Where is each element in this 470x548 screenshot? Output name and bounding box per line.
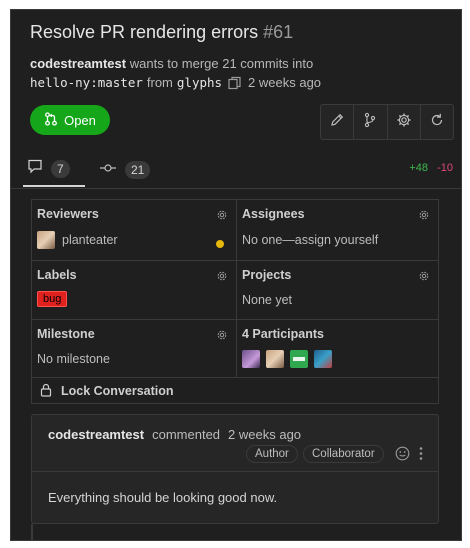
branch-button[interactable] xyxy=(354,105,388,139)
author-badge: Author xyxy=(246,445,298,463)
pr-title: Resolve PR rendering errors xyxy=(30,22,259,42)
from-text: from xyxy=(146,75,173,90)
emoji-reaction-icon[interactable] xyxy=(395,446,410,466)
page-title: Resolve PR rendering errors #61 xyxy=(30,22,293,43)
participants-avatars xyxy=(242,350,332,368)
projects-value: None yet xyxy=(242,293,293,307)
collaborator-badge: Collaborator xyxy=(303,445,384,463)
comment-body: Everything should be looking good now. xyxy=(48,490,278,505)
pr-sidebar-grid: Reviewers planteater Assignees No one—as… xyxy=(31,199,439,404)
projects-section: Projects None yet xyxy=(237,261,438,319)
assign-yourself-link[interactable]: No one—assign yourself xyxy=(242,233,378,247)
copy-icon[interactable] xyxy=(228,76,242,90)
comment-header: codestreamtest commented 2 weeks ago xyxy=(48,427,301,442)
pr-tabs: 7 21 +48 -10 xyxy=(11,152,461,189)
lock-label: Lock Conversation xyxy=(61,384,174,398)
avatar[interactable] xyxy=(266,350,284,368)
tab-conversation[interactable]: 7 xyxy=(23,152,85,187)
pull-request-icon xyxy=(44,111,58,129)
milestone-value: No milestone xyxy=(37,352,110,366)
pencil-icon xyxy=(329,112,345,133)
open-state-button[interactable]: Open xyxy=(30,105,110,135)
pull-request-panel: Resolve PR rendering errors #61 codestre… xyxy=(10,9,462,541)
labels-heading: Labels xyxy=(37,268,77,282)
more-options-icon[interactable] xyxy=(418,446,424,466)
comment-card: codestreamtest commented 2 weeks ago Autho… xyxy=(31,414,439,524)
merge-action-text: wants to merge 21 commits into xyxy=(129,56,314,71)
milestone-heading: Milestone xyxy=(37,327,95,341)
gear-icon xyxy=(396,112,412,133)
branch-info: hello-ny:master from glyphs 2 weeks ago xyxy=(30,75,321,90)
assignees-heading: Assignees xyxy=(242,207,305,221)
reviewers-gear-icon[interactable] xyxy=(216,208,228,220)
refresh-icon xyxy=(429,112,445,133)
comment-action: commented xyxy=(152,427,221,442)
avatar[interactable] xyxy=(314,350,332,368)
reviewers-heading: Reviewers xyxy=(37,207,99,221)
labels-section: Labels bug xyxy=(32,261,236,319)
edit-button[interactable] xyxy=(321,105,355,139)
source-branch: glyphs xyxy=(176,75,223,90)
milestone-gear-icon[interactable] xyxy=(216,328,228,340)
lock-icon xyxy=(39,383,53,400)
assignees-gear-icon[interactable] xyxy=(418,208,430,220)
settings-button[interactable] xyxy=(388,105,421,139)
lines-removed: -10 xyxy=(437,162,453,174)
comment-icon xyxy=(27,158,43,179)
comment-author[interactable]: codestreamtest xyxy=(48,427,144,442)
reviewer-row[interactable]: planteater xyxy=(37,231,118,249)
diff-stats: +48 -10 xyxy=(409,162,453,174)
merge-summary: codestreamtest wants to merge 21 commits… xyxy=(30,56,313,71)
avatar[interactable] xyxy=(242,350,260,368)
target-branch: hello-ny:master xyxy=(30,75,143,90)
reviewer-name: planteater xyxy=(62,233,118,247)
milestone-section: Milestone No milestone xyxy=(32,320,236,377)
conversation-count: 7 xyxy=(51,159,70,178)
merge-time: 2 weeks ago xyxy=(248,75,322,90)
commits-count: 21 xyxy=(125,160,151,179)
pending-review-indicator xyxy=(216,240,224,248)
open-label: Open xyxy=(64,112,96,128)
commit-icon xyxy=(99,161,117,179)
lines-added: +48 xyxy=(409,162,429,174)
avatar[interactable] xyxy=(290,350,308,368)
label-bug[interactable]: bug xyxy=(37,291,68,307)
assignees-section: Assignees No one—assign yourself xyxy=(237,200,438,260)
pr-toolbar xyxy=(320,104,454,140)
timeline-line xyxy=(31,524,33,540)
projects-heading: Projects xyxy=(242,268,292,282)
lock-conversation-button[interactable]: Lock Conversation xyxy=(32,378,438,404)
pr-author[interactable]: codestreamtest xyxy=(30,56,126,71)
comment-time: 2 weeks ago xyxy=(228,427,302,442)
pr-number: #61 xyxy=(263,22,294,42)
avatar xyxy=(37,231,55,249)
reviewers-section: Reviewers planteater xyxy=(32,200,236,260)
refresh-button[interactable] xyxy=(421,105,453,139)
branch-icon xyxy=(362,112,378,133)
participants-heading: 4 Participants xyxy=(242,327,324,341)
participants-section: 4 Participants xyxy=(237,320,438,377)
comment-divider xyxy=(32,471,438,472)
tab-commits[interactable]: 21 xyxy=(99,152,151,187)
labels-gear-icon[interactable] xyxy=(216,269,228,281)
projects-gear-icon[interactable] xyxy=(418,269,430,281)
